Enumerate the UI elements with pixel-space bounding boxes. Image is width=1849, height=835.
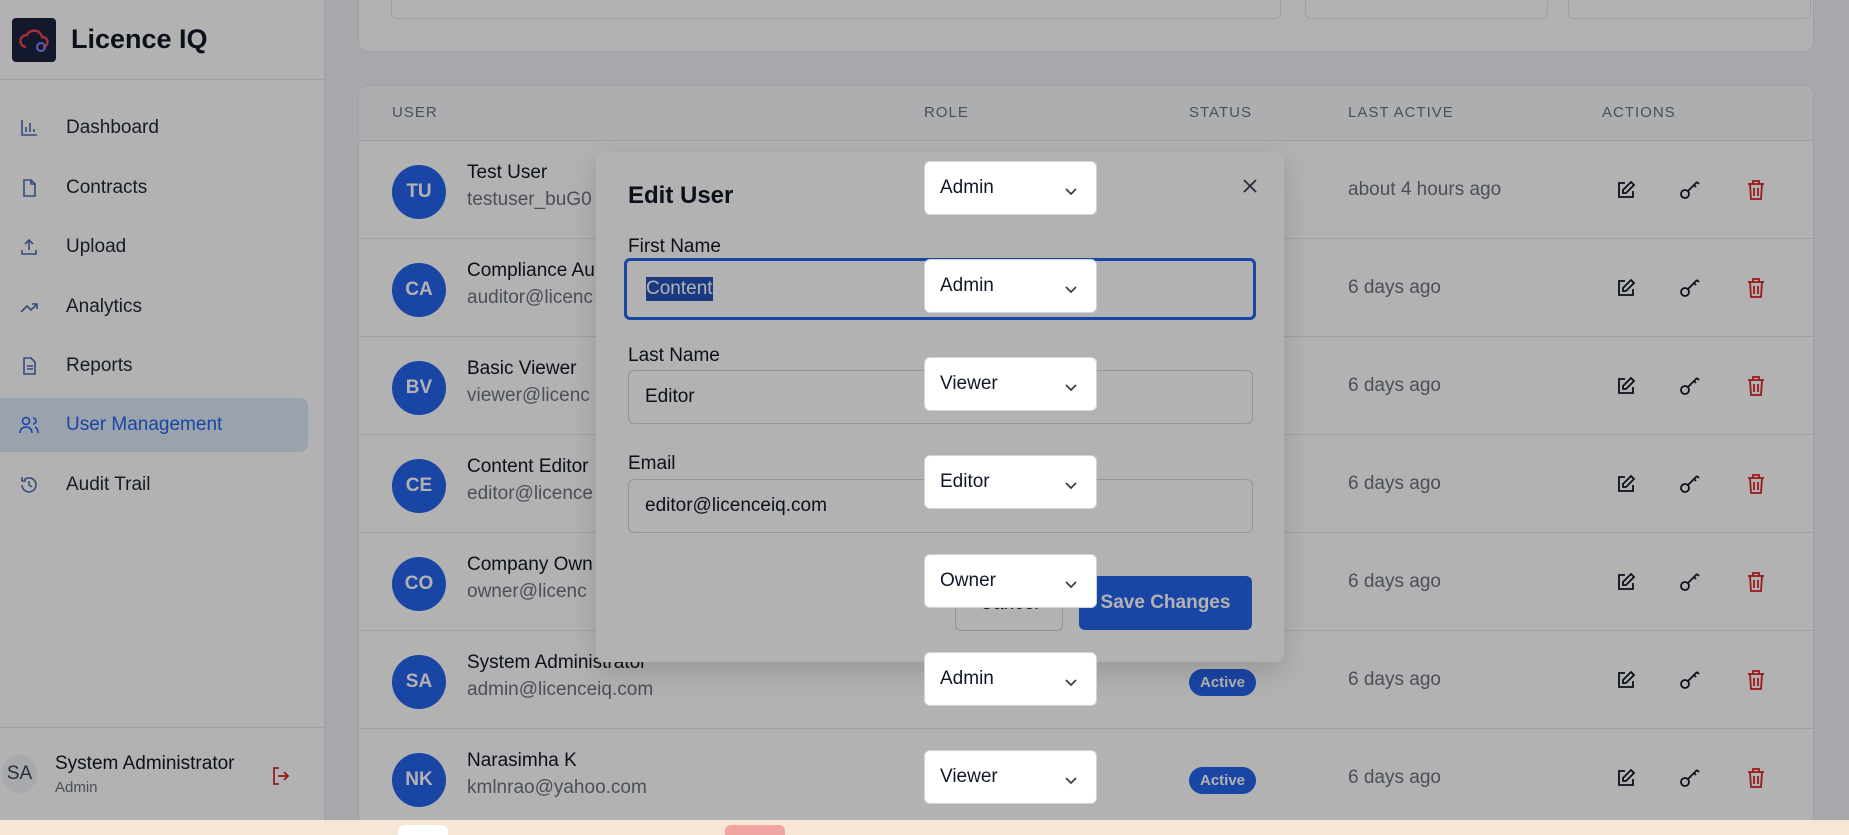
role-select[interactable]: Owner xyxy=(924,554,1097,608)
chevron-down-icon xyxy=(1064,279,1078,301)
role-select-value: Admin xyxy=(940,668,994,689)
chevron-down-icon xyxy=(1064,181,1078,203)
role-select-value: Owner xyxy=(940,570,996,591)
role-select[interactable]: Editor xyxy=(924,455,1097,509)
taskbar-item[interactable] xyxy=(725,825,785,835)
role-select-value: Viewer xyxy=(940,373,998,394)
taskbar xyxy=(0,820,1849,835)
chevron-down-icon xyxy=(1064,770,1078,792)
role-select[interactable]: Admin xyxy=(924,652,1097,706)
role-select[interactable]: Admin xyxy=(924,161,1097,215)
role-select[interactable]: Admin xyxy=(924,259,1097,313)
role-select[interactable]: Viewer xyxy=(924,357,1097,411)
role-select-value: Viewer xyxy=(940,766,998,787)
role-select[interactable]: Viewer xyxy=(924,750,1097,804)
chevron-down-icon xyxy=(1064,574,1078,596)
role-select-value: Admin xyxy=(940,177,994,198)
role-select-value: Editor xyxy=(940,471,990,492)
chevron-down-icon xyxy=(1064,475,1078,497)
chevron-down-icon xyxy=(1064,672,1078,694)
chevron-down-icon xyxy=(1064,377,1078,399)
role-select-value: Admin xyxy=(940,275,994,296)
taskbar-item[interactable] xyxy=(398,825,448,835)
